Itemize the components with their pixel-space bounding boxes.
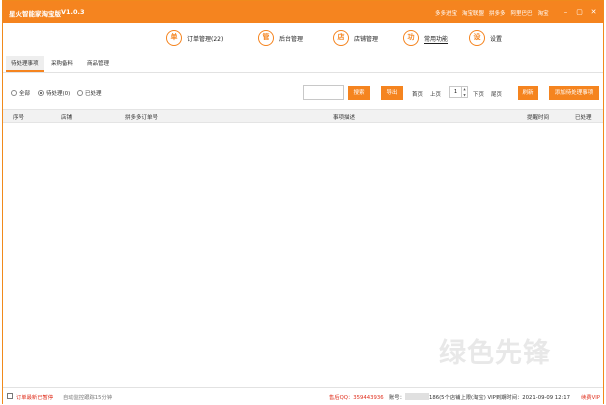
next-page-link[interactable]: 下页 [473,90,484,98]
nav-label-orders: 订单管理(22) [187,35,224,43]
radio-pending[interactable]: 待处理(0) [38,89,70,97]
tab-purchase[interactable]: 采购备料 [51,56,73,72]
window-controls: – ▢ ✕ [560,7,599,17]
top-links: 多多进宝 淘宝联盟 拼多多 阿里巴巴 淘宝 [435,9,549,17]
nav-item-backend[interactable]: 管 后台管理 [258,29,303,47]
radio-all-label: 全部 [19,91,31,97]
page-spinner[interactable]: ▲ ▼ [462,86,468,98]
masked-account [405,393,429,400]
tab-pending[interactable]: 待处理事项 [6,56,44,72]
status-bar: 订单最新已暂停 自动监控跟踪15分钟 售后QQ：359443936 账号： 18… [3,387,603,404]
refresh-button[interactable]: 刷新 [518,86,538,100]
auto-refresh-checkbox[interactable] [7,393,13,399]
app-version: V1.0.3 [61,8,85,16]
col-processed[interactable]: 已处理 [575,113,592,121]
nav-label-shops: 店铺管理 [354,35,379,43]
col-order-number[interactable]: 拼多多订单号 [125,113,158,121]
tab-products[interactable]: 商品管理 [87,56,109,72]
export-button[interactable]: 导出 [381,86,403,100]
radio-pending-label: 待处理(0) [46,91,71,97]
col-description[interactable]: 事项描述 [333,113,355,121]
nav-item-settings[interactable]: 设 设置 [469,29,502,47]
last-page-link[interactable]: 尾页 [491,90,502,98]
radio-all-dot [11,90,17,96]
renew-vip-link[interactable]: 续费VIP [581,393,600,401]
prev-page-link[interactable]: 上页 [430,90,441,98]
link-alibaba[interactable]: 阿里巴巴 [511,9,533,17]
page-number-input[interactable] [449,86,462,98]
table-header: 序号 店铺 拼多多订单号 事项描述 提醒时间 已处理 [3,109,603,123]
account-info: 186(5个店铺上限(淘宝) VIP到期时间：2021-09-09 12:17 [429,395,571,401]
app-title: 星火智能家淘宝版 [9,10,61,18]
minimize-button[interactable]: – [560,7,571,17]
radio-done-dot [77,90,83,96]
nav-item-orders[interactable]: 单 订单管理(22) [166,29,223,47]
support-qq: 售后QQ：359443936 [329,395,384,401]
spin-down-icon[interactable]: ▼ [463,93,465,97]
filter-bar: 全部 待处理(0) 已处理 搜索 导出 首页 上页 ▲▼ 下页 尾页 刷新 添加… [3,83,603,103]
nav-label-backend: 后台管理 [279,35,304,43]
order-icon: 单 [166,30,182,46]
radio-done-label: 已处理 [85,91,102,97]
link-taobao-union[interactable]: 淘宝联盟 [462,9,484,17]
search-button[interactable]: 搜索 [348,86,370,100]
search-input[interactable] [303,85,344,100]
nav-item-functions[interactable]: 功 常用功能 [403,29,448,47]
settings-icon: 设 [469,30,485,46]
col-index[interactable]: 序号 [13,113,24,121]
first-page-link[interactable]: 首页 [412,90,423,98]
radio-done[interactable]: 已处理 [77,89,102,97]
link-pinduoduo[interactable]: 拼多多 [489,9,506,17]
nav-item-shops[interactable]: 店 店铺管理 [333,29,378,47]
add-task-button[interactable]: 添加待处理事项 [549,86,599,100]
col-remind-time[interactable]: 提醒时间 [527,113,549,121]
maximize-button[interactable]: ▢ [574,7,585,17]
refresh-status: 订单最新已暂停 [16,395,54,401]
backend-icon: 管 [258,30,274,46]
shop-icon: 店 [333,30,349,46]
link-duoduojinbao[interactable]: 多多进宝 [435,9,457,17]
account-label: 账号： [389,395,405,401]
tab-bar: 待处理事项 采购备料 商品管理 [3,56,603,73]
spin-up-icon[interactable]: ▲ [463,87,465,91]
main-nav: 单 订单管理(22) 管 后台管理 店 店铺管理 功 常用功能 设 设置 [3,23,603,53]
function-icon: 功 [403,30,419,46]
link-taobao[interactable]: 淘宝 [538,9,549,17]
close-button[interactable]: ✕ [588,7,599,17]
title-bar: 星火智能家淘宝版 V1.0.3 多多进宝 淘宝联盟 拼多多 阿里巴巴 淘宝 – … [3,1,603,23]
radio-all[interactable]: 全部 [11,89,30,97]
col-shop[interactable]: 店铺 [61,113,72,121]
radio-pending-dot [38,90,44,96]
app-window: 星火智能家淘宝版 V1.0.3 多多进宝 淘宝联盟 拼多多 阿里巴巴 淘宝 – … [2,0,604,404]
watermark: 绿色先锋 [439,338,551,369]
nav-label-settings: 设置 [490,35,503,43]
nav-label-functions: 常用功能 [424,35,449,43]
auto-monitor-text: 自动监控跟踪15分钟 [63,395,113,401]
